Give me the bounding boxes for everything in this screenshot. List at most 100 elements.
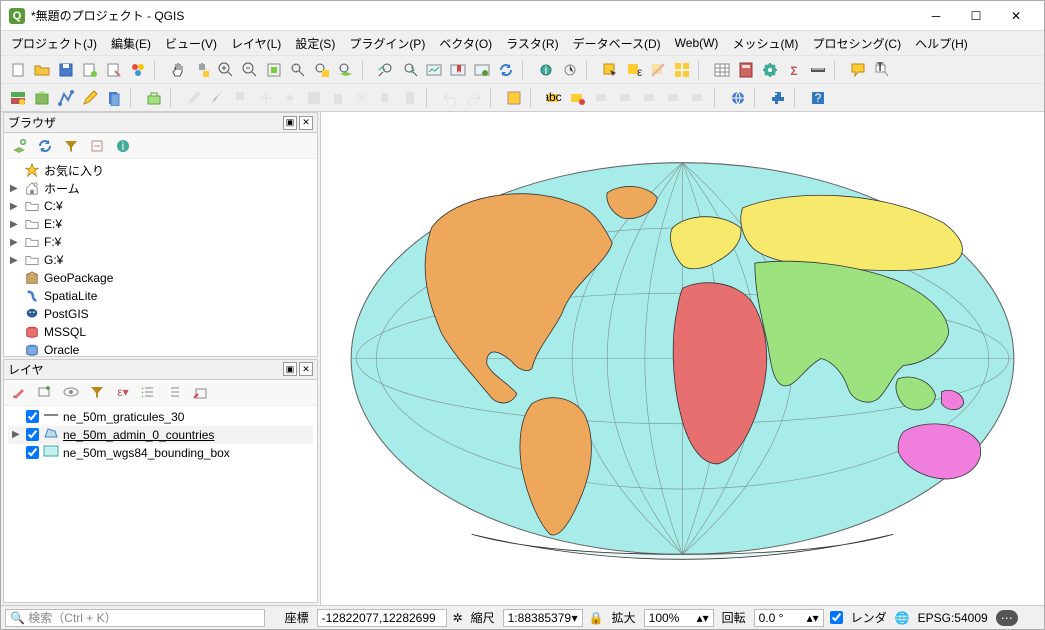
current-edits-icon[interactable]: [183, 87, 205, 109]
browser-item[interactable]: ▶E:¥: [8, 215, 313, 233]
select-expression-icon[interactable]: ε: [623, 59, 645, 81]
expand-icon[interactable]: ▶: [10, 237, 20, 248]
zoom-layer-icon[interactable]: [335, 59, 357, 81]
browser-tree[interactable]: お気に入り▶ホーム▶C:¥▶E:¥▶F:¥▶G:¥GeoPackageSpati…: [4, 159, 317, 356]
layer-visibility-checkbox[interactable]: [26, 410, 39, 423]
zoom-native-icon[interactable]: [263, 59, 285, 81]
browser-item[interactable]: ▶C:¥: [8, 197, 313, 215]
browser-item[interactable]: MSSQL: [8, 323, 313, 341]
maximize-button[interactable]: ☐: [956, 2, 996, 30]
menu-settings[interactable]: 設定(S): [289, 33, 341, 54]
vertex-tool-icon[interactable]: [279, 87, 301, 109]
select-feature-icon[interactable]: [599, 59, 621, 81]
browser-add-icon[interactable]: [8, 135, 30, 157]
layers-tree[interactable]: ne_50m_graticules_30▶ne_50m_admin_0_coun…: [4, 406, 317, 603]
browser-item[interactable]: PostGIS: [8, 305, 313, 323]
browser-item[interactable]: ▶F:¥: [8, 233, 313, 251]
move-label-icon[interactable]: [639, 87, 661, 109]
expand-icon[interactable]: ▶: [12, 429, 22, 440]
toolbox-icon[interactable]: [759, 59, 781, 81]
save-edits-icon[interactable]: [207, 87, 229, 109]
deselect-icon[interactable]: [647, 59, 669, 81]
field-calc-icon[interactable]: [735, 59, 757, 81]
copy-icon[interactable]: [375, 87, 397, 109]
expand-icon[interactable]: ▶: [10, 255, 20, 266]
map-canvas[interactable]: [321, 112, 1044, 605]
redo-icon[interactable]: [463, 87, 485, 109]
minimize-button[interactable]: ─: [916, 2, 956, 30]
new-project-icon[interactable]: [7, 59, 29, 81]
new-virtual-layer-icon[interactable]: [143, 87, 165, 109]
lock-icon[interactable]: 🔒: [589, 611, 604, 625]
menu-plugin[interactable]: プラグイン(P): [343, 33, 431, 54]
toggle-edit-icon[interactable]: [79, 87, 101, 109]
add-vector-icon[interactable]: [55, 87, 77, 109]
rot-field[interactable]: 0.0 °▴▾: [754, 609, 824, 627]
browser-item[interactable]: Oracle: [8, 341, 313, 356]
messages-icon[interactable]: ⋯: [996, 610, 1018, 626]
close-button[interactable]: ✕: [996, 2, 1036, 30]
zoom-in-icon[interactable]: [215, 59, 237, 81]
menu-raster[interactable]: ラスタ(R): [500, 33, 564, 54]
expand-icon[interactable]: ▶: [10, 201, 20, 212]
stats-icon[interactable]: Σ: [783, 59, 805, 81]
attr-table-icon[interactable]: [711, 59, 733, 81]
python-console-icon[interactable]: [767, 87, 789, 109]
coords-field[interactable]: -12822077,12282699: [317, 609, 447, 627]
new-geopackage-icon[interactable]: [31, 87, 53, 109]
rotate-label-icon[interactable]: [663, 87, 685, 109]
layers-add-group-icon[interactable]: [34, 381, 56, 403]
metasearch-icon[interactable]: [727, 87, 749, 109]
layer-visibility-checkbox[interactable]: [26, 428, 39, 441]
menu-web[interactable]: Web(W): [669, 34, 725, 52]
save-project-icon[interactable]: [55, 59, 77, 81]
browser-item[interactable]: ▶G:¥: [8, 251, 313, 269]
scale-field[interactable]: 1:88385379▾: [503, 609, 583, 627]
paste-icon[interactable]: [399, 87, 421, 109]
pan-selection-icon[interactable]: [191, 59, 213, 81]
style-manager-icon[interactable]: [127, 59, 149, 81]
data-source-manager-icon[interactable]: [7, 87, 29, 109]
browser-item[interactable]: ▶ホーム: [8, 179, 313, 197]
layers-collapse-icon[interactable]: [164, 381, 186, 403]
cut-icon[interactable]: [351, 87, 373, 109]
zoom-selection-icon[interactable]: [311, 59, 333, 81]
browser-filter-icon[interactable]: [60, 135, 82, 157]
expand-icon[interactable]: ▶: [10, 183, 20, 194]
zoom-last-icon[interactable]: [375, 59, 397, 81]
refresh-icon[interactable]: [495, 59, 517, 81]
new-bookmark-icon[interactable]: [447, 59, 469, 81]
browser-item[interactable]: GeoPackage: [8, 269, 313, 287]
layers-close-button[interactable]: ✕: [299, 362, 313, 376]
show-label-icon[interactable]: [615, 87, 637, 109]
layer-item[interactable]: ne_50m_wgs84_bounding_box: [8, 444, 313, 462]
crs-icon[interactable]: 🌐: [895, 611, 910, 625]
zoom-full-icon[interactable]: [287, 59, 309, 81]
menu-vector[interactable]: ベクタ(O): [433, 33, 498, 54]
layer-visibility-checkbox[interactable]: [26, 446, 39, 459]
undo-icon[interactable]: [439, 87, 461, 109]
show-bookmarks-icon[interactable]: [471, 59, 493, 81]
move-feature-icon[interactable]: [255, 87, 277, 109]
layers-remove-icon[interactable]: [190, 381, 212, 403]
layer-item[interactable]: ▶ne_50m_admin_0_countries: [8, 426, 313, 444]
expand-icon[interactable]: ▶: [10, 219, 20, 230]
browser-close-button[interactable]: ✕: [299, 116, 313, 130]
digitize-shape-icon[interactable]: [503, 87, 525, 109]
diagram-tool-icon[interactable]: [567, 87, 589, 109]
layers-filter-icon[interactable]: [86, 381, 108, 403]
measure-icon[interactable]: [807, 59, 829, 81]
menu-edit[interactable]: 編集(E): [105, 33, 157, 54]
open-project-icon[interactable]: [31, 59, 53, 81]
layers-visibility-icon[interactable]: [60, 381, 82, 403]
browser-collapse-icon[interactable]: [86, 135, 108, 157]
new-map-view-icon[interactable]: [423, 59, 445, 81]
change-label-icon[interactable]: [687, 87, 709, 109]
browser-item[interactable]: SpatiaLite: [8, 287, 313, 305]
layer-item[interactable]: ne_50m_graticules_30: [8, 408, 313, 426]
layers-expr-filter-icon[interactable]: ε▾: [112, 381, 134, 403]
browser-properties-icon[interactable]: i: [112, 135, 134, 157]
edit-attr-icon[interactable]: [303, 87, 325, 109]
browser-item[interactable]: お気に入り: [8, 161, 313, 179]
zoom-out-icon[interactable]: [239, 59, 261, 81]
